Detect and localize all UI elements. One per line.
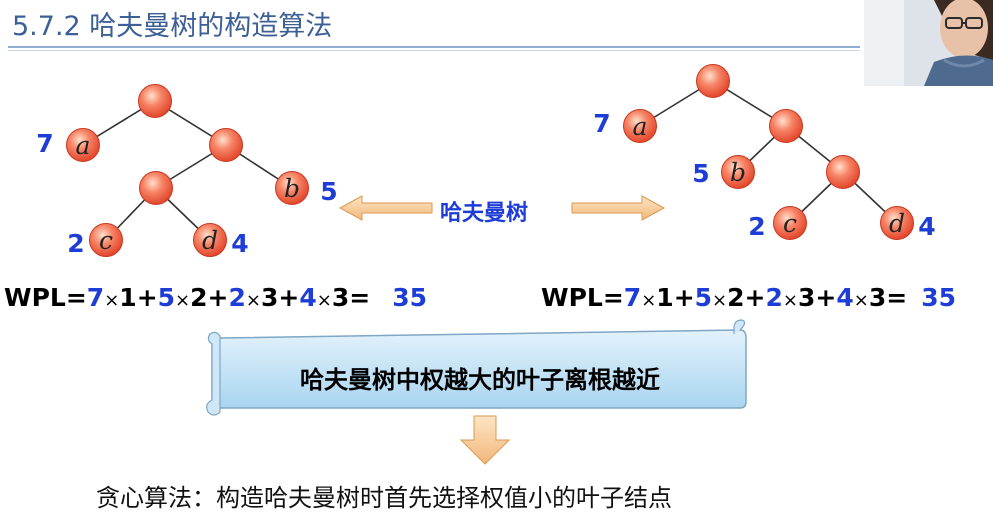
wpl-depth: 1 bbox=[119, 283, 137, 312]
wpl-plus: + bbox=[744, 283, 766, 312]
tree2-weight-c: 2 bbox=[748, 212, 765, 241]
slide: 5.7.2 哈夫曼树的构造算法 a b c d 7 5 2 4 a b c d … bbox=[0, 0, 993, 521]
tree1-weight-c: 2 bbox=[67, 229, 84, 258]
tree1-internal-node bbox=[139, 171, 173, 205]
wpl-depth: 3 bbox=[331, 283, 350, 312]
wpl-times: × bbox=[175, 290, 191, 311]
tree1-root-node bbox=[138, 84, 172, 118]
wpl-depth: 1 bbox=[656, 283, 674, 312]
wpl-equals: = bbox=[886, 283, 908, 312]
wpl-plus: + bbox=[207, 283, 229, 312]
wpl-times: × bbox=[245, 290, 261, 311]
tree2-leaf-a-letter: a bbox=[633, 112, 648, 141]
tree2-root-node bbox=[696, 64, 730, 98]
tree1-edges bbox=[82, 100, 293, 241]
tree2-edges bbox=[639, 80, 898, 224]
tree1-leaf-d-letter: d bbox=[202, 226, 218, 255]
wpl-weight: 2 bbox=[228, 283, 246, 312]
tree1-weight-a: 7 bbox=[36, 129, 53, 158]
tree1-weight-b: 5 bbox=[320, 177, 337, 206]
tree1-weight-d: 4 bbox=[231, 229, 248, 258]
wpl-plus: + bbox=[136, 283, 158, 312]
wpl-plus: + bbox=[673, 283, 695, 312]
wpl-times: × bbox=[641, 290, 657, 311]
tree1-wpl-formula: WPL=7×1+5×2+2×3+4×3= 35 bbox=[4, 283, 427, 312]
tree1-leaf-b-letter: b bbox=[284, 174, 300, 203]
wpl-depth: 3 bbox=[261, 283, 279, 312]
tree2-leaf-c-letter: c bbox=[783, 209, 797, 238]
wpl-depth: 2 bbox=[190, 283, 208, 312]
tree2-leaf-b-letter: b bbox=[730, 158, 746, 187]
scroll-banner-text: 哈夫曼树中权越大的叶子离根越近 bbox=[300, 366, 660, 394]
tree1-leaf-c-letter: c bbox=[99, 226, 113, 255]
wpl-prefix: WPL= bbox=[4, 283, 87, 312]
wpl-prefix: WPL= bbox=[541, 283, 624, 312]
wpl-weight: 4 bbox=[836, 283, 854, 312]
huffman-tree-label: 哈夫曼树 bbox=[440, 201, 529, 226]
tree2-weight-b: 5 bbox=[692, 159, 709, 188]
wpl-result: 35 bbox=[921, 283, 957, 312]
wpl-times: × bbox=[104, 290, 120, 311]
tree1-internal-node bbox=[209, 128, 243, 162]
wpl-depth: 3 bbox=[798, 283, 816, 312]
tree2-weight-d: 4 bbox=[918, 212, 935, 241]
tree1-leaf-a-letter: a bbox=[76, 131, 91, 160]
tree2-weight-a: 7 bbox=[593, 109, 610, 138]
wpl-weight: 7 bbox=[86, 283, 105, 312]
greedy-algorithm-note: 贪心算法：构造哈夫曼树时首先选择权值小的叶子结点 bbox=[96, 484, 672, 512]
wpl-plus: + bbox=[278, 283, 300, 312]
wpl-equals: = bbox=[349, 283, 371, 312]
wpl-times: × bbox=[853, 290, 869, 311]
tree2-leaf-d-letter: d bbox=[889, 209, 905, 238]
wpl-weight: 2 bbox=[765, 283, 783, 312]
down-arrow-icon bbox=[459, 415, 511, 465]
wpl-weight: 7 bbox=[623, 283, 642, 312]
wpl-result: 35 bbox=[392, 283, 428, 312]
wpl-weight: 5 bbox=[694, 283, 713, 312]
wpl-depth: 3 bbox=[868, 283, 887, 312]
wpl-weight: 5 bbox=[157, 283, 176, 312]
tree2-internal-node bbox=[826, 155, 860, 189]
wpl-times: × bbox=[316, 290, 332, 311]
tree2-internal-node bbox=[769, 109, 803, 143]
wpl-weight: 4 bbox=[299, 283, 317, 312]
tree1-nodes: a b c d 7 5 2 4 bbox=[36, 84, 338, 258]
wpl-times: × bbox=[782, 290, 798, 311]
wpl-plus: + bbox=[815, 283, 837, 312]
tree2-wpl-formula: WPL=7×1+5×2+2×3+4×3= 35 bbox=[541, 283, 956, 312]
huffman-diagram: a b c d 7 5 2 4 a b c d 7 5 2 4 bbox=[36, 64, 936, 465]
wpl-times: × bbox=[712, 290, 728, 311]
wpl-depth: 2 bbox=[727, 283, 745, 312]
